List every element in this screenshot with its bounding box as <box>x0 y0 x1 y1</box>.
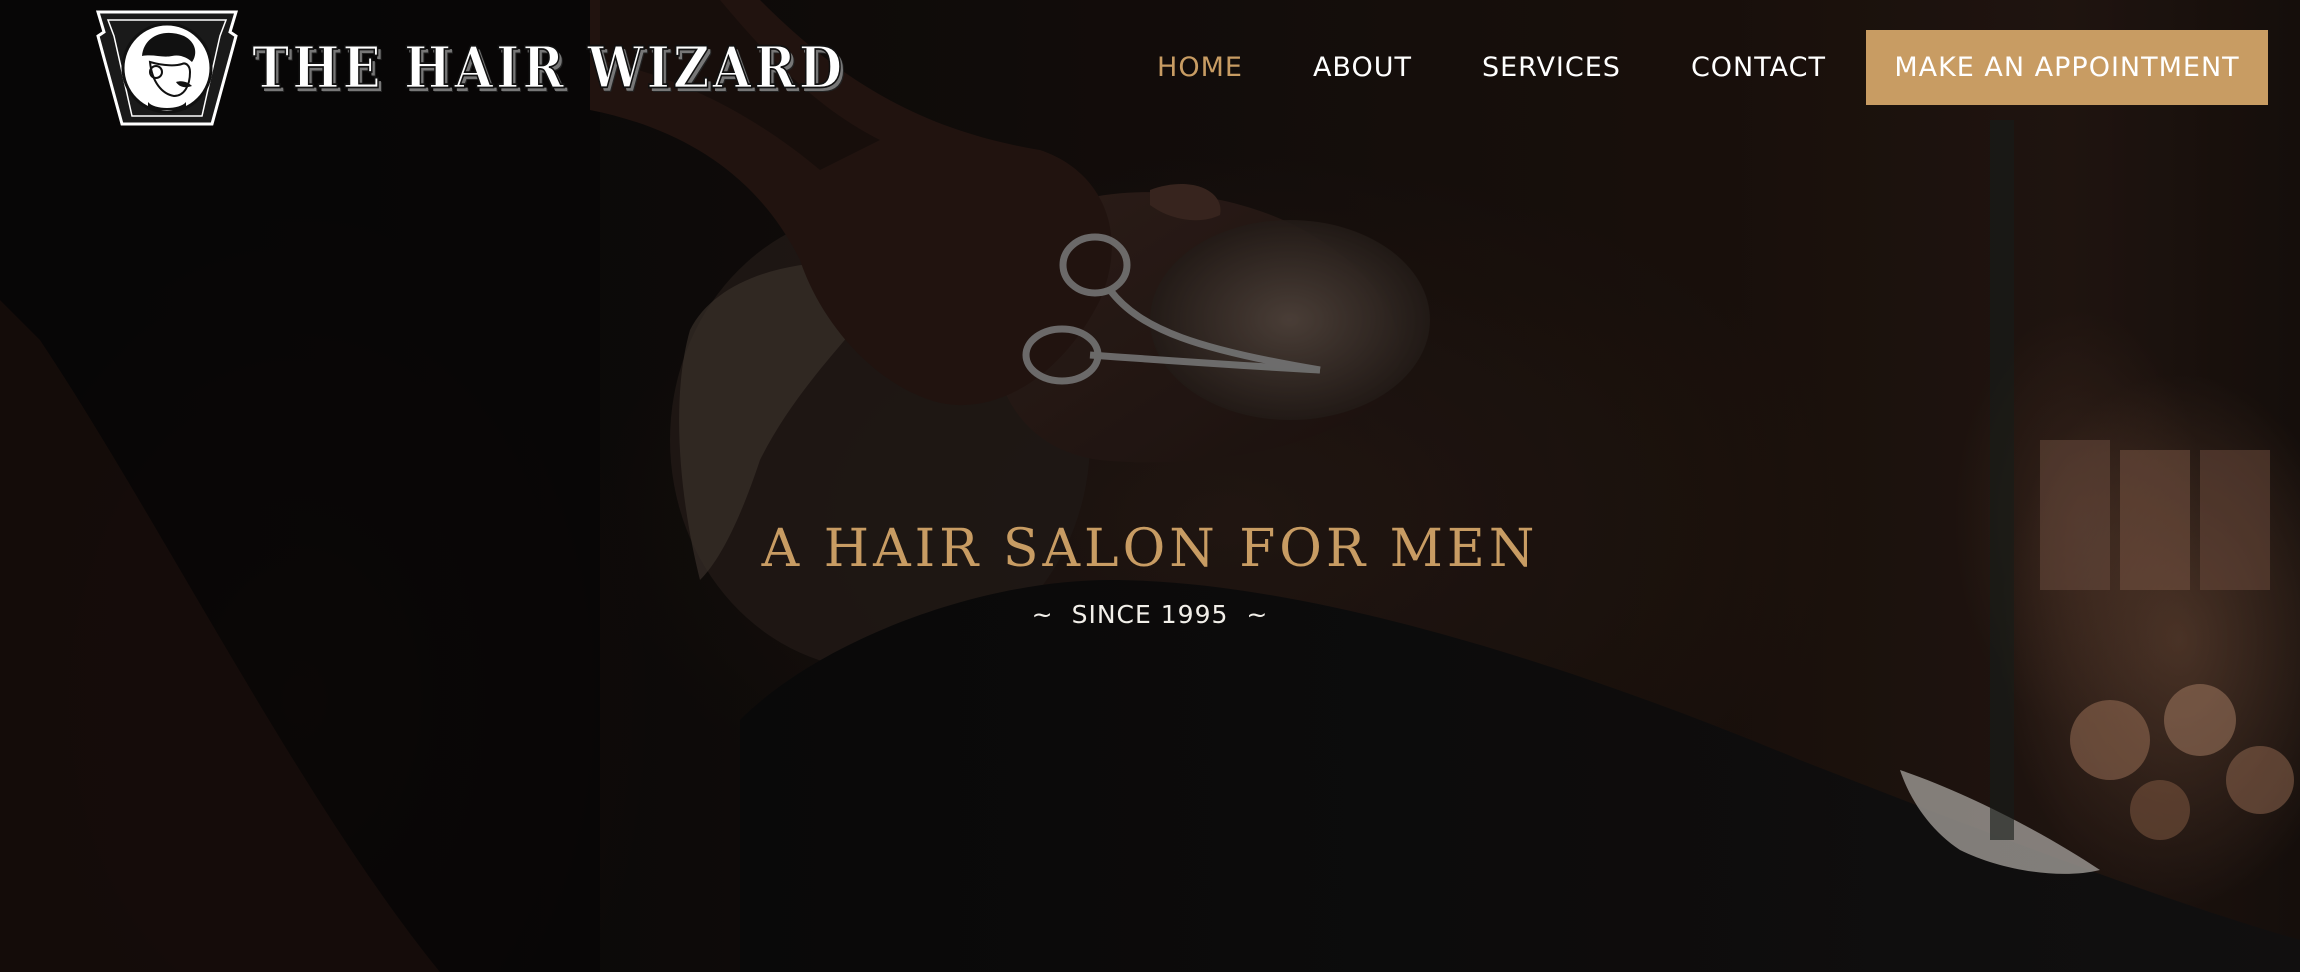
brand-wordmark: THE HAIR WIZARD <box>251 32 846 102</box>
hero-background-image <box>0 0 2300 972</box>
make-appointment-button[interactable]: MAKE AN APPOINTMENT <box>1866 30 2268 105</box>
nav-item-about[interactable]: ABOUT <box>1313 52 1412 83</box>
nav-item-contact[interactable]: CONTACT <box>1691 52 1826 83</box>
hero-headline: A HAIR SALON FOR MEN <box>761 519 1539 579</box>
tilde-right: ~ <box>1246 600 1269 629</box>
nav-item-services[interactable]: SERVICES <box>1482 52 1621 83</box>
main-nav: HOME ABOUT SERVICES CONTACT MAKE AN APPO… <box>1157 30 2268 105</box>
hero-tagline: SINCE 1995 <box>1071 600 1229 629</box>
hero-section: THE HAIR WIZARD HOME ABOUT SERVICES CONT… <box>0 0 2300 972</box>
tilde-left: ~ <box>1031 600 1054 629</box>
hero-tagline-row: ~ SINCE 1995 ~ <box>0 600 2300 629</box>
barber-portrait-keystone-icon <box>95 10 239 126</box>
nav-item-home[interactable]: HOME <box>1157 52 1243 83</box>
brand-logo[interactable]: THE HAIR WIZARD <box>92 6 843 128</box>
